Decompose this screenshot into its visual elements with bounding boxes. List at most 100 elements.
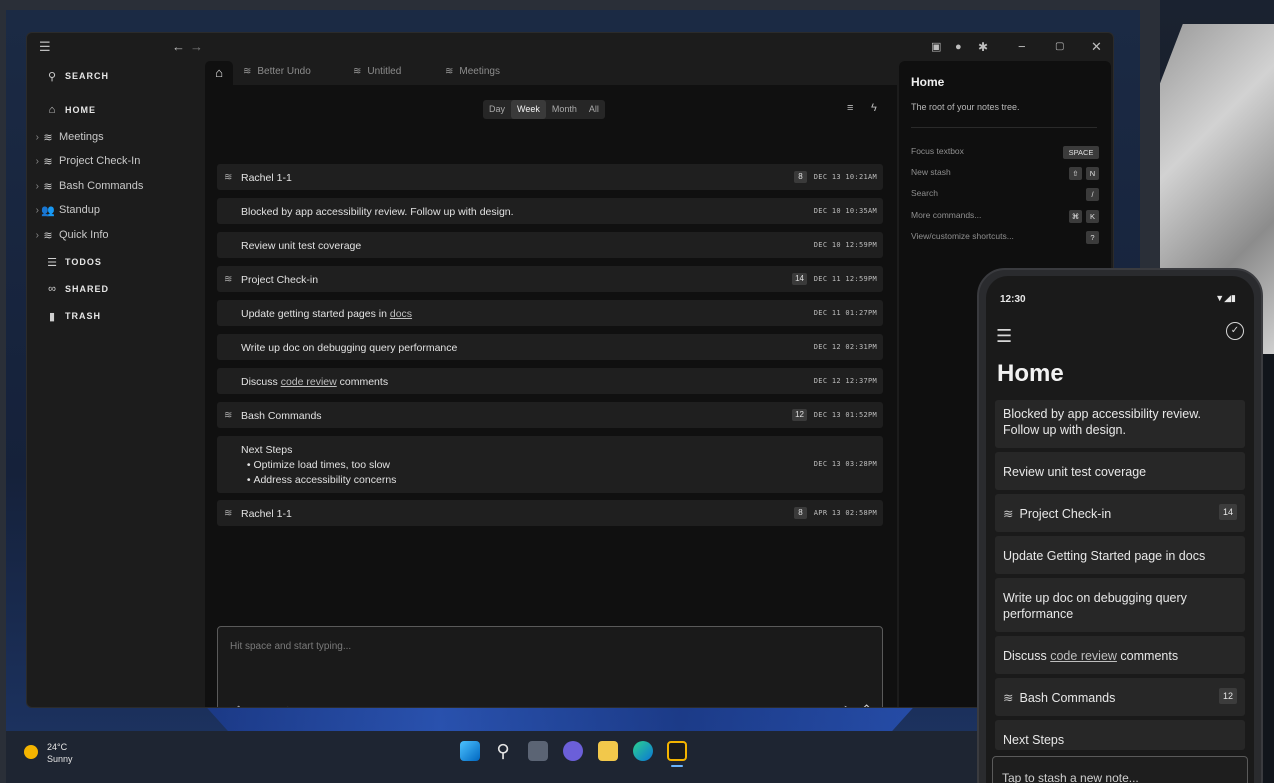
chevron-right-icon[interactable]: › <box>27 230 39 241</box>
key-cap: SPACE <box>1063 146 1099 159</box>
list-item-label: ≋ Bash Commands <box>1003 690 1235 706</box>
sidebar-item-bash-commands[interactable]: › ≋ Bash Commands <box>27 175 144 197</box>
shortcut-view-shortcuts[interactable]: View/customize shortcuts... ? <box>911 231 1099 245</box>
text-segment: Update getting started pages in <box>241 308 390 320</box>
range-all[interactable]: All <box>583 100 605 119</box>
minimize-icon[interactable]: − <box>1018 39 1026 55</box>
list-item[interactable]: ≋ Rachel 1-1 8 DEC 13 10:21AM <box>217 164 883 190</box>
list-item[interactable]: ≋ Project Check-in 14 DEC 11 12:59PM <box>217 266 883 292</box>
range-week[interactable]: Week <box>511 100 546 119</box>
sidebar-item-meetings[interactable]: › ≋ Meetings <box>27 126 104 148</box>
tab-home[interactable]: ⌂ <box>205 61 233 85</box>
weather-widget[interactable]: 24°C Sunny <box>47 741 73 765</box>
note-composer[interactable]: Hit space and start typing... ✣↵●⊘ ➤ ⌃ <box>217 626 883 707</box>
hamburger-menu-icon[interactable]: ☰ <box>996 326 1012 347</box>
tab-meetings[interactable]: ≋ Meetings <box>445 66 500 77</box>
range-day[interactable]: Day <box>483 100 511 119</box>
list-item[interactable]: Write up doc on debugging query performa… <box>217 334 883 360</box>
count-badge: 8 <box>794 507 807 519</box>
stack-icon: ≋ <box>224 410 233 421</box>
windows-start-icon[interactable] <box>460 741 480 761</box>
tab-better-undo[interactable]: ≋ Better Undo <box>243 66 311 77</box>
list-item-label: Write up doc on debugging query performa… <box>1003 591 1187 621</box>
bolt-icon[interactable]: ϟ <box>871 102 877 114</box>
chevron-up-icon[interactable]: ⌃ <box>861 702 872 707</box>
chevron-right-icon[interactable]: › <box>27 181 39 192</box>
list-item[interactable]: Next Steps <box>995 720 1245 750</box>
shortcut-new-stash[interactable]: New stash ⇧ N <box>911 167 1099 181</box>
sidebar-item-label: Standup <box>59 204 100 216</box>
phone-screen: 12:30 ▼◢▮ ☰ ✓ Home Blocked by app access… <box>986 276 1254 783</box>
stack-icon: ≋ <box>43 155 53 168</box>
code-review-link[interactable]: code review <box>281 376 337 388</box>
list-item[interactable]: Discuss code review comments DEC 12 12:3… <box>217 368 883 394</box>
list-item[interactable]: Review unit test coverage DEC 10 12:59PM <box>217 232 883 258</box>
sidebar-item-quick-info[interactable]: › ≋ Quick Info <box>27 224 109 246</box>
list-item[interactable]: ≋ Project Check-in 14 <box>995 494 1245 532</box>
tab-untitled[interactable]: ≋ Untitled <box>353 66 401 77</box>
send-icon[interactable]: ➤ <box>843 702 854 707</box>
sidebar-home[interactable]: ⌂ HOME <box>43 99 96 121</box>
list-item[interactable]: Blocked by app accessibility review. Fol… <box>995 400 1245 448</box>
filter-icon[interactable]: ≡ <box>847 102 853 114</box>
list-item[interactable]: Next Steps • Optimize load times, too sl… <box>217 436 883 493</box>
list-item[interactable]: ≋ Bash Commands 12 <box>995 678 1245 716</box>
close-icon[interactable]: ✕ <box>1091 39 1102 55</box>
list-item[interactable]: Review unit test coverage <box>995 452 1245 490</box>
chevron-right-icon[interactable]: › <box>27 156 39 167</box>
gear-icon[interactable]: ✱ <box>978 39 988 55</box>
code-review-link[interactable]: code review <box>1050 649 1117 663</box>
timestamp: DEC 11 01:27PM <box>813 309 877 317</box>
move-icon[interactable]: ✣ <box>234 705 251 707</box>
sidebar-todos[interactable]: ☰ TODOS <box>43 251 102 273</box>
hamburger-menu-icon[interactable]: ☰ <box>39 39 51 55</box>
sidebar-item-project-check-in[interactable]: › ≋ Project Check-In <box>27 150 141 172</box>
key-cap: ? <box>1086 231 1099 244</box>
list-item-label: ≋ Project Check-in <box>1003 506 1235 522</box>
chat-icon[interactable] <box>563 741 583 761</box>
sun-icon[interactable] <box>24 745 38 759</box>
sidebar-search[interactable]: ⚲ SEARCH <box>43 65 109 87</box>
chevron-right-icon[interactable]: › <box>27 205 39 216</box>
trash-icon: ▮ <box>48 310 56 323</box>
emoji-icon[interactable]: ● <box>268 705 283 707</box>
check-circle-icon[interactable]: ✓ <box>1226 322 1244 340</box>
sidebar-trash[interactable]: ▮ TRASH <box>43 305 101 327</box>
weather-condition: Sunny <box>47 754 73 764</box>
file-explorer-icon[interactable] <box>598 741 618 761</box>
enter-icon[interactable]: ↵ <box>251 705 268 707</box>
app-taskbar-icon[interactable] <box>667 741 687 761</box>
shortcut-focus-textbox[interactable]: Focus textbox SPACE <box>911 146 1099 160</box>
sidebar-item-standup[interactable]: › 👥 Standup <box>27 199 100 221</box>
docs-link[interactable]: docs <box>390 308 412 320</box>
range-month[interactable]: Month <box>546 100 583 119</box>
stack-icon: ≋ <box>224 172 233 183</box>
sidebar-shared[interactable]: ∞ SHARED <box>43 278 109 300</box>
shortcut-search[interactable]: Search / <box>911 188 1099 202</box>
timestamp: DEC 10 12:59PM <box>813 241 877 249</box>
maximize-icon[interactable]: ▢ <box>1055 39 1064 55</box>
list-item[interactable]: ≋ Rachel 1-1 8 APR 13 02:58PM <box>217 500 883 526</box>
shortcut-more-commands[interactable]: More commands... ⌘ K <box>911 210 1099 224</box>
window-titlebar: ☰ ← → ▣ ● ✱ − ▢ ✕ <box>27 33 1113 61</box>
list-item[interactable]: Update getting started pages in docs DEC… <box>217 300 883 326</box>
list-item[interactable]: Discuss code review comments <box>995 636 1245 674</box>
task-view-icon[interactable] <box>528 741 548 761</box>
list-item[interactable]: Blocked by app accessibility review. Fol… <box>217 198 883 224</box>
search-icon[interactable]: ⚲ <box>493 741 513 761</box>
info-icon[interactable]: ● <box>955 39 962 55</box>
attach-icon[interactable]: ⊘ <box>283 705 300 707</box>
forward-arrow-icon[interactable]: → <box>190 39 203 55</box>
back-arrow-icon[interactable]: ← <box>172 39 185 55</box>
phone-clock: 12:30 <box>1000 294 1026 305</box>
list-item-label: Review unit test coverage <box>241 240 362 252</box>
list-item[interactable]: Write up doc on debugging query performa… <box>995 578 1245 632</box>
phone-note-input[interactable]: Tap to stash a new note... <box>992 756 1248 783</box>
chevron-right-icon[interactable]: › <box>27 132 39 143</box>
edge-browser-icon[interactable] <box>633 741 653 761</box>
list-item-label: Blocked by app accessibility review. Fol… <box>241 206 514 218</box>
list-item[interactable]: Update Getting Started page in docs <box>995 536 1245 574</box>
composer-tools: ✣↵●⊘ <box>234 704 300 707</box>
list-item[interactable]: ≋ Bash Commands 12 DEC 13 01:52PM <box>217 402 883 428</box>
inbox-icon[interactable]: ▣ <box>931 39 941 55</box>
